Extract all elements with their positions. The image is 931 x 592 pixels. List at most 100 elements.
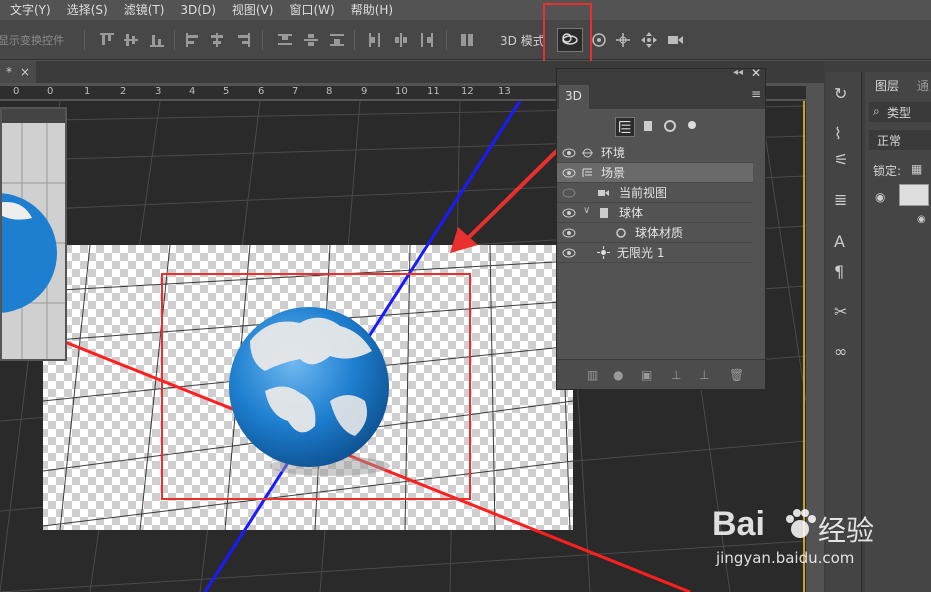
ruler-tick: 5 [223,86,230,97]
align-hcenter-icon[interactable] [208,31,226,49]
scene-tree: 环境 场景 当前视图 ∨ 球体 球体材质 无限光 1 [557,143,753,269]
brush-icon[interactable]: ⌇ [834,124,854,144]
menu-view[interactable]: 视图(V) [224,0,282,20]
trash-icon[interactable]: 🗑 [729,368,744,382]
auto-align-icon[interactable] [458,31,476,49]
align-right-icon[interactable] [234,31,252,49]
menu-select[interactable]: 选择(S) [59,0,116,20]
ruler-tick: 7 [292,86,299,97]
tree-row-label: 球体材质 [635,226,684,240]
ruler-tick: 3 [155,86,162,97]
align-bottom-icon[interactable] [148,31,166,49]
panel-menu-icon[interactable]: ≡ [751,87,761,101]
menu-3d[interactable]: 3D(D) [172,0,223,20]
roll-3d-icon[interactable] [590,31,608,49]
3d-mode-label: 3D 模式 [500,34,545,48]
menu-window[interactable]: 窗口(W) [281,0,342,20]
distribute-vcenter-icon[interactable] [302,31,320,49]
filter-lights-icon[interactable] [685,119,699,133]
sublayer-eye-icon[interactable]: ◉ [917,214,926,225]
drop-to-ground-icon[interactable]: ⊥ [699,368,709,382]
menu-filter[interactable]: 滤镜(T) [116,0,173,20]
history-icon[interactable]: ↻ [834,84,854,104]
distribute-left-icon[interactable] [366,31,384,49]
tree-row-current-view[interactable]: 当前视图 [557,183,753,203]
drag-3d-icon[interactable] [614,31,632,49]
chevron-down-icon[interactable]: ∨ [583,205,590,216]
panel-header: ◂◂ ✕ [557,66,765,83]
menu-bar: 文字(Y) 选择(S) 滤镜(T) 3D(D) 视图(V) 窗口(W) 帮助(H… [0,0,931,20]
filter-toolbar [613,117,703,137]
new-mesh-icon[interactable]: ▥ [587,368,598,382]
distribute-right-icon[interactable] [418,31,436,49]
visibility-eye-icon [562,228,576,238]
tree-row-mesh[interactable]: ∨ 球体 [557,203,753,223]
render-icon[interactable]: ▣ [641,368,652,382]
watermark-url: jingyan.baidu.com [716,549,855,567]
tree-row-label: 当前视图 [619,186,668,200]
distribute-hcenter-icon[interactable] [392,31,410,49]
tree-row-label: 环境 [601,146,626,160]
scene-icon [582,168,592,177]
ruler-tick: 9 [361,86,368,97]
character-style-icon[interactable]: ≣ [834,190,854,210]
visibility-eye-icon [562,148,576,158]
visibility-eye-icon [562,188,576,198]
slide-3d-icon[interactable] [640,31,658,49]
baidu-paw-icon [786,509,816,538]
collapse-icon[interactable]: ◂◂ [733,67,743,78]
filter-entire-scene-icon[interactable] [615,117,635,137]
document-tab[interactable]: * × [0,61,37,83]
show-transform-controls-label[interactable]: 显示变换控件 [0,32,64,48]
align-vcenter-icon[interactable] [122,31,140,49]
scale-3d-camera-icon[interactable] [666,31,684,49]
paragraph-icon[interactable]: ¶ [834,262,854,282]
tool-presets-icon[interactable]: ✂ [834,302,854,322]
visibility-eye-icon [562,248,576,258]
menu-type[interactable]: 文字(Y) [2,0,59,20]
ruler-tick: 2 [120,86,127,97]
tree-row-label: 场景 [601,166,626,180]
tab-layers[interactable]: 图层 [875,77,899,94]
layer-visibility-eye-icon[interactable]: ◉ [875,190,885,204]
ruler-tick: 0 [13,86,20,97]
tab-channels[interactable]: 通 [917,77,929,94]
layer-thumbnail[interactable] [899,184,929,206]
lock-transparent-icon[interactable]: ▦ [911,162,922,176]
ruler-tick: 4 [189,86,196,97]
ruler-tick: 8 [326,86,333,97]
character-icon[interactable]: A [834,232,854,252]
tree-row-environment[interactable]: 环境 [557,143,753,163]
tree-row-light[interactable]: 无限光 1 [557,243,753,263]
filter-meshes-icon[interactable] [641,119,655,133]
tree-row-material[interactable]: 球体材质 [557,223,753,243]
tree-row-scene[interactable]: 场景 [557,163,753,183]
new-light-icon[interactable]: ● [613,368,623,382]
watermark-brand: Bai [712,505,765,543]
tab-3d[interactable]: 3D [559,85,589,109]
unsaved-marker: * [6,65,12,79]
panel-footer: ▥ ● ▣ ⊥ ⊥ 🗑 [557,359,765,389]
distribute-top-icon[interactable] [276,31,294,49]
adjustments-icon[interactable]: ⚟ [834,150,854,170]
filter-materials-icon[interactable] [663,119,677,133]
close-tab-icon[interactable]: × [20,61,30,83]
secondary-view-window[interactable] [0,107,67,361]
layer-filter[interactable]: ⌕ 类型 [869,102,931,122]
close-panel-icon[interactable]: ✕ [751,66,761,80]
options-bar: 显示变换控件 3D 模式 [0,3,931,64]
menu-help[interactable]: 帮助(H) [343,0,401,20]
ruler-tick: 0 [47,86,54,97]
distribute-bottom-icon[interactable] [328,31,346,49]
blend-mode-select[interactable]: 正常 [869,130,931,150]
tree-row-label: 球体 [619,206,644,220]
ruler-tick: 12 [461,86,474,97]
baidu-watermark: Bai 经验 jingyan.baidu.com [712,495,892,575]
tree-row-label: 无限光 1 [617,246,665,260]
creative-cloud-icon[interactable]: ∞ [834,342,854,362]
blend-mode-value: 正常 [877,134,902,148]
align-left-icon[interactable] [184,31,202,49]
camera-icon [598,190,609,196]
align-top-icon[interactable] [98,31,116,49]
ground-icon[interactable]: ⊥ [671,368,681,382]
